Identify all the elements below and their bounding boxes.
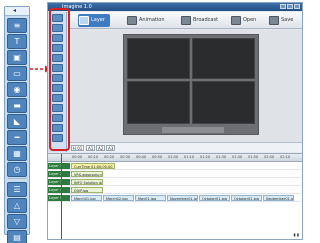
video-cell[interactable] [192, 38, 255, 79]
image-icon[interactable]: ▣ [7, 50, 27, 65]
control-button[interactable]: A3 [106, 145, 116, 151]
playback-controls: H.01 A1 A2 A3 [69, 142, 302, 152]
animation-icon [127, 16, 137, 25]
main-toolbar: Layer Animation Broadcast Open Save [68, 12, 302, 29]
tab-layer[interactable]: Layer [78, 14, 110, 27]
time-tick: 00:00 [72, 155, 83, 159]
save-icon [269, 16, 279, 25]
minimize-icon[interactable] [280, 4, 286, 9]
app-window: Imagine 1.0 Layer Animation Broadcast Op… [47, 2, 303, 240]
clock-icon[interactable]: ◷ [7, 162, 27, 177]
time-tick: 00:30 [120, 155, 131, 159]
video-cell[interactable] [127, 81, 190, 124]
toolbar-grip[interactable]: ◂ [5, 7, 29, 16]
menu-icon[interactable]: ☰ [7, 182, 27, 197]
control-button[interactable]: A2 [96, 145, 106, 151]
control-button[interactable]: H.01 [71, 145, 85, 151]
highlight-box [49, 8, 70, 151]
preview-panel [69, 30, 302, 142]
layer-icon [79, 16, 89, 25]
web-icon[interactable]: ◉ [7, 82, 27, 97]
ticker-bar[interactable] [161, 126, 225, 134]
timeline-clip[interactable]: INFO Solution data.com [71, 179, 103, 185]
line-icon[interactable]: ━ [7, 130, 27, 145]
maximize-icon[interactable] [287, 4, 293, 9]
time-tick: 00:40 [136, 155, 147, 159]
track-name[interactable]: Layer 3 [48, 179, 70, 185]
tab-animation[interactable]: Animation [126, 14, 165, 27]
timeline-clip[interactable]: CurrTime 01:00:00.00 [71, 163, 115, 169]
preview-canvas[interactable] [123, 34, 259, 135]
fit-icon[interactable]: ▤ [7, 230, 27, 243]
timeline-track[interactable]: Layer 3INFO Solution data.com [48, 179, 302, 186]
timeline-track[interactable]: Layer 4 DIVP.jpg [48, 187, 302, 194]
zoom-readout: ▮ ▮ [293, 232, 299, 237]
track-name[interactable]: Layer 2 [48, 171, 70, 177]
text-icon[interactable]: T [7, 34, 27, 49]
save-button[interactable]: Save [268, 14, 293, 27]
time-ruler[interactable]: 00:00 00:10 00:20 00:30 00:40 00:50 01:00 01:10… [48, 154, 302, 162]
timeline-track[interactable]: Layer 2 VRS.www.solo.net [48, 171, 302, 178]
time-tick: 01:30 [216, 155, 227, 159]
tab-broadcast[interactable]: Broadcast [180, 14, 218, 27]
time-tick: 00:10 [88, 155, 99, 159]
timeline: 00:00 00:10 00:20 00:30 00:40 00:50 01:00 01:10… [48, 153, 302, 239]
timeline-clip[interactable]: March02.jpg [103, 195, 134, 201]
time-tick: 02:00 [264, 155, 275, 159]
time-tick: 01:10 [184, 155, 195, 159]
timeline-clip[interactable]: DIVP.jpg [71, 187, 103, 193]
object-toolbar-icons: ≡ T ▣ ▭ ◉ ▬ ◣ ━ ▦ ◷ ☰ △ ▽ ▤ [7, 18, 27, 243]
video-cell[interactable] [127, 38, 190, 79]
control-button[interactable]: A1 [86, 145, 96, 151]
timeline-clip[interactable]: October02.jpg [231, 195, 262, 201]
track-name[interactable]: Layer 1 [48, 163, 70, 169]
object-toolbar: ◂ ≡ T ▣ ▭ ◉ ▬ ◣ ━ ▦ ◷ ☰ △ ▽ ▤ [4, 6, 30, 243]
time-tick: 01:40 [232, 155, 243, 159]
timeline-track[interactable]: Layer 1 CurrTime 01:00:00.00 [48, 163, 302, 170]
timeline-track[interactable]: Layer 5 March01.jpg March02.jpg May01.jpg No… [48, 195, 302, 202]
time-tick: 01:20 [200, 155, 211, 159]
time-tick: 01:50 [248, 155, 259, 159]
timeline-clip[interactable]: March01.jpg [71, 195, 102, 201]
timeline-clip[interactable]: November01.jpg [167, 195, 198, 201]
video-cell[interactable] [192, 81, 255, 124]
grid-icon[interactable]: ▦ [7, 146, 27, 161]
toolbar-divider [7, 178, 27, 181]
down-icon[interactable]: ▽ [7, 214, 27, 229]
broadcast-icon [181, 16, 191, 25]
open-button[interactable]: Open [230, 14, 256, 27]
up-icon[interactable]: △ [7, 198, 27, 213]
time-tick: 02:10 [280, 155, 291, 159]
playhead[interactable] [61, 154, 62, 239]
counter-icon[interactable]: ▬ [7, 98, 27, 113]
list-icon[interactable]: ≡ [7, 18, 27, 33]
time-tick: 00:50 [152, 155, 163, 159]
track-name[interactable]: Layer 4 [48, 187, 70, 193]
timeline-clip[interactable]: VRS.www.solo.net [71, 171, 103, 177]
rss-icon[interactable]: ◣ [7, 114, 27, 129]
time-tick: 01:00 [168, 155, 179, 159]
timeline-clip[interactable]: May01.jpg [135, 195, 166, 201]
time-tick: 00:20 [104, 155, 115, 159]
close-icon[interactable] [294, 4, 300, 9]
video-icon[interactable]: ▭ [7, 66, 27, 81]
title-bar: Imagine 1.0 [48, 3, 302, 11]
open-icon [231, 16, 241, 25]
track-name[interactable]: Layer 5 [48, 195, 70, 201]
timeline-clip[interactable]: September01.jpg [263, 195, 294, 201]
timeline-clip[interactable]: October01.jpg [199, 195, 230, 201]
